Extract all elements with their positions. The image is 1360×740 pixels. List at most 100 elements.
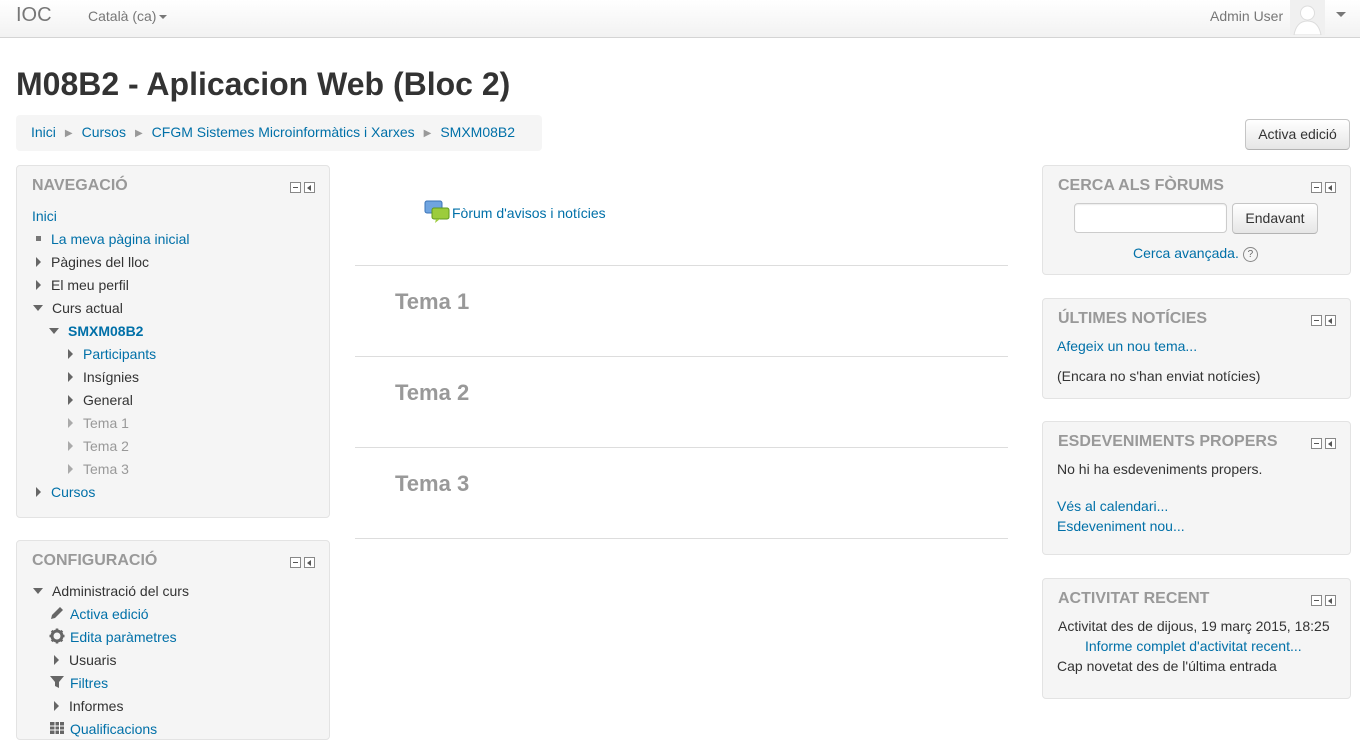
dock-block-icon[interactable] — [304, 557, 315, 568]
settings-item-label[interactable]: Usuaris — [69, 652, 116, 668]
user-menu-chevron-icon[interactable] — [1336, 12, 1346, 17]
hide-block-icon[interactable] — [1311, 438, 1322, 449]
nav-item-topic-2[interactable]: Tema 2 — [68, 436, 129, 456]
nav-item-label[interactable]: SMXM08B2 — [68, 323, 143, 339]
expand-arrow-icon[interactable] — [36, 257, 41, 267]
nav-item-badges[interactable]: Insígnies — [68, 367, 139, 387]
advanced-search-link[interactable]: Cerca avançada. — [1133, 245, 1239, 261]
breadcrumb-courses[interactable]: Cursos — [82, 124, 126, 140]
language-label: Català (ca) — [88, 8, 157, 24]
breadcrumb-course[interactable]: SMXM08B2 — [440, 124, 515, 140]
nav-item-label[interactable]: Tema 3 — [83, 461, 129, 477]
activity-since-text: Activitat des de dijous, 19 març 2015, 1… — [1058, 618, 1330, 634]
settings-item-label[interactable]: Activa edició — [70, 606, 149, 622]
user-name[interactable]: Admin User — [1210, 8, 1283, 24]
expand-arrow-icon[interactable] — [68, 349, 73, 359]
settings-item-filters[interactable]: Filtres — [49, 673, 108, 693]
avatar[interactable] — [1290, 0, 1325, 35]
settings-item-label[interactable]: Administració del curs — [52, 583, 189, 599]
help-icon[interactable]: ? — [1242, 246, 1258, 262]
expand-arrow-icon[interactable] — [68, 418, 73, 428]
go-to-calendar-link[interactable]: Vés al calendari... — [1057, 496, 1168, 516]
no-news-text: (Encara no s'han enviat notícies) — [1057, 368, 1261, 384]
expand-arrow-icon[interactable] — [68, 464, 73, 474]
forum-icon — [424, 200, 450, 223]
nav-item-my-home[interactable]: La meva pàgina inicial — [34, 229, 190, 249]
hide-block-icon[interactable] — [1311, 595, 1322, 606]
nav-item-current-course[interactable]: Curs actual — [33, 298, 123, 318]
site-brand[interactable]: IOC — [16, 4, 52, 27]
breadcrumb-category[interactable]: CFGM Sistemes Microinformàtics i Xarxes — [152, 124, 415, 140]
expand-arrow-icon[interactable] — [54, 701, 59, 711]
settings-item-turn-editing-on[interactable]: Activa edició — [49, 604, 149, 624]
hide-block-icon[interactable] — [1311, 182, 1322, 193]
dock-block-icon[interactable] — [1325, 438, 1336, 449]
settings-item-reports[interactable]: Informes — [54, 696, 123, 716]
nav-item-course[interactable]: SMXM08B2 — [49, 321, 143, 341]
no-events-text: No hi ha esdeveniments propers. — [1057, 461, 1263, 477]
block-controls — [1308, 315, 1336, 331]
dock-block-icon[interactable] — [1325, 595, 1336, 606]
nav-item-label[interactable]: Tema 2 — [83, 438, 129, 454]
nav-item-general[interactable]: General — [68, 390, 133, 410]
settings-item-grades[interactable]: Qualificacions — [49, 719, 157, 739]
hide-block-icon[interactable] — [290, 182, 301, 193]
nav-item-topic-1[interactable]: Tema 1 — [68, 413, 129, 433]
nav-item-label[interactable]: Curs actual — [52, 300, 123, 316]
settings-item-label[interactable]: Qualificacions — [70, 721, 157, 737]
nav-item-label[interactable]: Inici — [32, 208, 57, 224]
nav-item-label[interactable]: General — [83, 392, 133, 408]
nav-item-label[interactable]: Insígnies — [83, 369, 139, 385]
nav-item-label[interactable]: El meu perfil — [51, 277, 129, 293]
language-menu[interactable]: Català (ca) — [88, 8, 168, 24]
nav-item-label[interactable]: Pàgines del lloc — [51, 254, 149, 270]
settings-item-course-admin[interactable]: Administració del curs — [33, 581, 189, 601]
settings-item-label[interactable]: Edita paràmetres — [70, 629, 177, 645]
nav-item-label[interactable]: Tema 1 — [83, 415, 129, 431]
nav-item-home[interactable]: Inici — [32, 206, 57, 226]
block-title: Activitat recent — [1058, 590, 1210, 607]
settings-item-edit-settings[interactable]: Edita paràmetres — [49, 627, 177, 647]
dock-block-icon[interactable] — [304, 182, 315, 193]
breadcrumb-home[interactable]: Inici — [31, 124, 56, 140]
block-controls — [287, 182, 315, 198]
block-title: Navegació — [32, 177, 128, 194]
nav-item-participants[interactable]: Participants — [68, 344, 156, 364]
forum-search-input[interactable] — [1074, 203, 1227, 233]
full-report-link[interactable]: Informe complet d'activitat recent... — [1085, 636, 1302, 656]
dock-block-icon[interactable] — [1325, 182, 1336, 193]
no-activity-text: Cap novetat des de l'última entrada — [1057, 658, 1277, 674]
hide-block-icon[interactable] — [290, 557, 301, 568]
nav-item-my-profile[interactable]: El meu perfil — [36, 275, 129, 295]
turn-editing-on-button[interactable]: Activa edició — [1245, 119, 1350, 150]
settings-item-label[interactable]: Filtres — [70, 675, 108, 691]
expand-arrow-icon[interactable] — [54, 655, 59, 665]
settings-item-users[interactable]: Usuaris — [54, 650, 116, 670]
nav-item-label[interactable]: La meva pàgina inicial — [51, 231, 190, 247]
new-event-link[interactable]: Esdeveniment nou... — [1057, 516, 1185, 536]
expand-arrow-icon[interactable] — [68, 372, 73, 382]
section-divider — [355, 356, 1008, 357]
nav-item-courses[interactable]: Cursos — [36, 482, 95, 502]
collapse-arrow-icon[interactable] — [49, 328, 59, 334]
search-go-button[interactable]: Endavant — [1232, 203, 1318, 234]
pencil-icon — [51, 607, 63, 619]
collapse-arrow-icon[interactable] — [33, 588, 43, 594]
nav-item-site-pages[interactable]: Pàgines del lloc — [36, 252, 149, 272]
nav-item-label[interactable]: Cursos — [51, 484, 95, 500]
news-forum-activity[interactable]: Fòrum d'avisos i notícies — [424, 199, 606, 223]
expand-arrow-icon[interactable] — [68, 441, 73, 451]
expand-arrow-icon[interactable] — [36, 280, 41, 290]
navigation-block: Navegació — [16, 165, 330, 518]
news-forum-link[interactable]: Fòrum d'avisos i notícies — [452, 205, 606, 221]
nav-item-label[interactable]: Participants — [83, 346, 156, 362]
collapse-arrow-icon[interactable] — [33, 305, 43, 311]
expand-arrow-icon[interactable] — [68, 395, 73, 405]
expand-arrow-icon[interactable] — [36, 487, 41, 497]
hide-block-icon[interactable] — [1311, 315, 1322, 326]
settings-item-label[interactable]: Informes — [69, 698, 123, 714]
nav-item-topic-3[interactable]: Tema 3 — [68, 459, 129, 479]
gear-icon — [49, 628, 65, 644]
add-new-topic-link[interactable]: Afegeix un nou tema... — [1057, 336, 1197, 356]
dock-block-icon[interactable] — [1325, 315, 1336, 326]
